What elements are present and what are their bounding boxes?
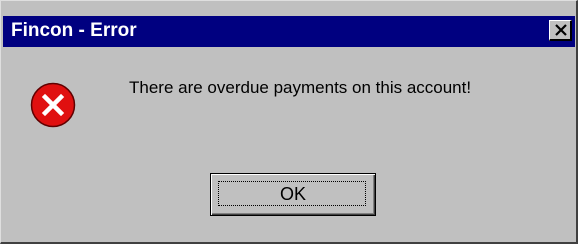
- ok-button[interactable]: OK: [210, 173, 376, 216]
- close-icon: [555, 24, 567, 36]
- title-bar[interactable]: Fincon - Error: [3, 16, 575, 47]
- error-message: There are overdue payments on this accou…: [129, 78, 472, 97]
- ok-button-label: OK: [279, 184, 306, 204]
- window-title: Fincon - Error: [11, 20, 137, 41]
- error-icon: [30, 82, 76, 128]
- error-dialog: Fincon - Error There are overdue payment…: [0, 0, 578, 244]
- close-button[interactable]: [549, 20, 572, 41]
